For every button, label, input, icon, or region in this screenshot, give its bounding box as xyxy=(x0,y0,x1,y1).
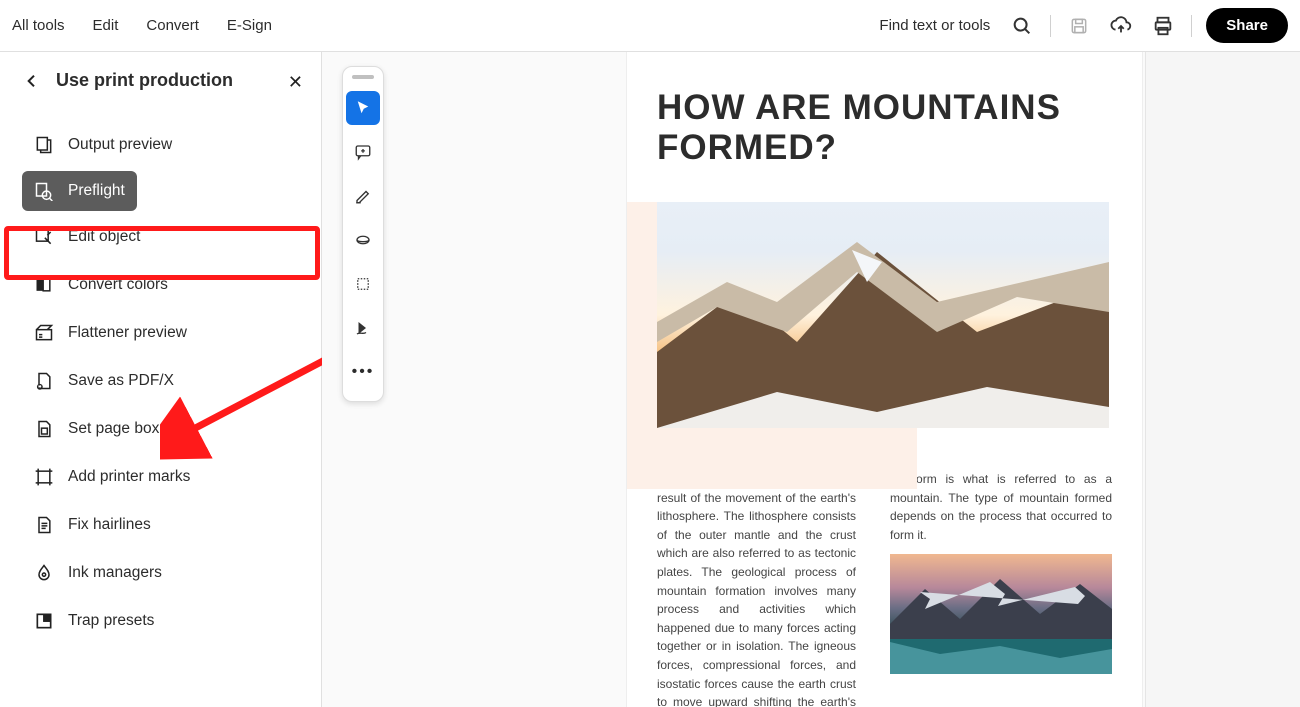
menu-esign[interactable]: E-Sign xyxy=(227,17,272,34)
menu-all-tools[interactable]: All tools xyxy=(12,17,65,34)
close-icon[interactable]: ✕ xyxy=(288,72,303,93)
fill-sign-tool[interactable] xyxy=(346,311,380,345)
menu-edit[interactable]: Edit xyxy=(93,17,119,34)
ink-managers-icon xyxy=(34,563,54,583)
flattener-preview-icon xyxy=(34,323,54,343)
sidebar-item-label: Save as PDF/X xyxy=(68,372,174,390)
sidebar-item-edit-object[interactable]: Edit object xyxy=(28,215,297,259)
sidebar-item-preflight[interactable]: Preflight xyxy=(22,171,137,211)
print-icon[interactable] xyxy=(1149,12,1177,40)
back-icon[interactable] xyxy=(22,71,42,91)
sidebar-item-label: Preflight xyxy=(68,182,125,200)
preflight-icon xyxy=(34,181,54,201)
save-pdfx-icon xyxy=(34,371,54,391)
print-production-list: Output preview Preflight Edit object Con… xyxy=(0,105,321,643)
toolbar-drag-handle-icon[interactable] xyxy=(352,75,374,79)
column-1: Mountains are usually formed as a result… xyxy=(657,470,856,707)
sidebar-item-label: Set page boxes xyxy=(68,420,176,438)
highlight-tool[interactable] xyxy=(346,179,380,213)
save-icon[interactable] xyxy=(1065,12,1093,40)
sidebar-item-label: Edit object xyxy=(68,228,140,246)
document-page: HOW ARE MOUNTAINS FORMED? Mountains are … xyxy=(627,52,1142,707)
more-tools-icon[interactable]: ••• xyxy=(346,355,380,389)
menu-convert[interactable]: Convert xyxy=(146,17,199,34)
sidebar-item-save-pdfx[interactable]: Save as PDF/X xyxy=(28,359,297,403)
sidebar-item-trap-presets[interactable]: Trap presets xyxy=(28,599,297,643)
cloud-upload-icon[interactable] xyxy=(1107,12,1135,40)
separator xyxy=(1191,15,1192,37)
sidebar-item-label: Output preview xyxy=(68,136,172,154)
print-production-panel: Use print production ✕ Output preview Pr… xyxy=(0,52,322,707)
sidebar-item-label: Add printer marks xyxy=(68,468,190,486)
select-tool[interactable] xyxy=(346,91,380,125)
separator xyxy=(1050,15,1051,37)
sidebar-item-ink-managers[interactable]: Ink managers xyxy=(28,551,297,595)
sidebar-item-label: Convert colors xyxy=(68,276,168,294)
sidebar-item-label: Ink managers xyxy=(68,564,162,582)
column-2-text: landform is what is referred to as a mou… xyxy=(890,472,1112,542)
share-button[interactable]: Share xyxy=(1206,8,1288,43)
search-icon[interactable] xyxy=(1008,12,1036,40)
edit-object-icon xyxy=(34,227,54,247)
sidebar-item-label: Fix hairlines xyxy=(68,516,151,534)
sidebar-item-set-page-boxes[interactable]: Set page boxes xyxy=(28,407,297,451)
sidebar-item-convert-colors[interactable]: Convert colors xyxy=(28,263,297,307)
add-comment-tool[interactable] xyxy=(346,135,380,169)
draw-tool[interactable] xyxy=(346,223,380,257)
topbar: All tools Edit Convert E-Sign Find text … xyxy=(0,0,1300,52)
panel-header: Use print production ✕ xyxy=(0,52,321,105)
topbar-right-group: Find text or tools Share xyxy=(879,8,1288,43)
sidebar-item-printer-marks[interactable]: Add printer marks xyxy=(28,455,297,499)
column-2: landform is what is referred to as a mou… xyxy=(890,470,1112,707)
topbar-left-group: All tools Edit Convert E-Sign xyxy=(12,17,272,34)
sidebar-item-output-preview[interactable]: Output preview xyxy=(28,123,297,167)
hero-wrap xyxy=(627,202,1142,428)
floating-toolbar: ••• xyxy=(342,66,384,402)
fix-hairlines-icon xyxy=(34,515,54,535)
sidebar-item-label: Trap presets xyxy=(68,612,154,630)
panel-title: Use print production xyxy=(56,70,233,91)
document-title: HOW ARE MOUNTAINS FORMED? xyxy=(627,88,1142,180)
right-side-panel xyxy=(1145,52,1300,707)
find-label: Find text or tools xyxy=(879,17,990,34)
page-boxes-icon xyxy=(34,419,54,439)
sidebar-item-flattener-preview[interactable]: Flattener preview xyxy=(28,311,297,355)
sidebar-item-label: Flattener preview xyxy=(68,324,187,342)
secondary-mountain-image xyxy=(890,554,1112,674)
document-canvas: ••• HOW ARE MOUNTAINS FORMED? Mountains … xyxy=(322,52,1300,707)
trap-presets-icon xyxy=(34,611,54,631)
convert-colors-icon xyxy=(34,275,54,295)
crop-tool[interactable] xyxy=(346,267,380,301)
printer-marks-icon xyxy=(34,467,54,487)
sidebar-item-fix-hairlines[interactable]: Fix hairlines xyxy=(28,503,297,547)
hero-mountain-image xyxy=(657,202,1109,428)
output-preview-icon xyxy=(34,135,54,155)
